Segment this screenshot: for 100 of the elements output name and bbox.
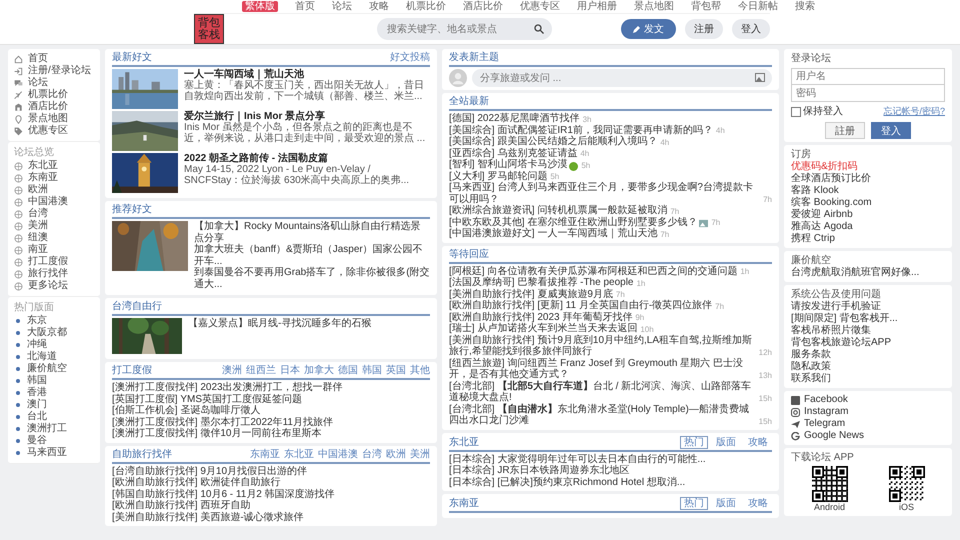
post-link[interactable]: [台湾自助旅行找伴] 9月10月找假日出游的伴 <box>112 466 430 477</box>
sidebar-item[interactable]: 美洲 <box>28 220 48 232</box>
nav-link[interactable]: 首页 <box>295 0 315 12</box>
post-link[interactable]: [韩国自助旅行找伴] 10月6 - 11月2 韩国深度游找伴 <box>112 488 430 500</box>
article-title[interactable]: 【加拿大】Rocky Mountains洛矶山脉自由行精选景点分享 <box>194 221 430 244</box>
notice-link[interactable]: 请按发进行手机验证 <box>791 301 945 313</box>
sidebar-item[interactable]: 东南亚 <box>28 172 58 184</box>
post-link[interactable]: [马来西亚] 台湾人到马来西亚住三个月，要带多少现金啊?台湾提款卡可以用吗？ <box>449 182 760 205</box>
article-title[interactable]: 【嘉义景点】眠月线-寻找沉睡多年的石猴 <box>188 318 372 330</box>
sidebar-item[interactable]: 中国港澳 <box>28 196 68 208</box>
post-link[interactable]: [日本综合] 大家觉得明年过年可以去日本自由行的可能性... <box>449 454 772 465</box>
article-title[interactable]: 2022 朝圣之路前传 - 法国勒皮篇 <box>184 153 430 164</box>
nav-link[interactable]: 机票比价 <box>406 0 446 12</box>
sidebar-item[interactable]: 酒店比价 <box>28 101 68 113</box>
article-title[interactable]: 一人一车闯西域｜荒山天池 <box>184 69 430 80</box>
checkbox[interactable] <box>791 106 801 116</box>
image-icon[interactable] <box>755 73 765 82</box>
social-link[interactable]: Telegram <box>804 418 846 430</box>
sidebar-item[interactable]: 北海道 <box>27 351 57 363</box>
booking-link[interactable]: 携程 Ctrip <box>791 233 945 245</box>
post-link[interactable]: [欧洲自助旅行找伴] 2023 拜年葡萄牙找伴 <box>449 312 632 323</box>
category-link[interactable]: 东北亚 <box>284 448 314 460</box>
sidebar-item[interactable]: 澳洲打工 <box>27 423 67 435</box>
post-link[interactable]: [伯斯工作机会] 圣诞岛咖啡厅徵人 <box>112 405 430 416</box>
tab[interactable]: 热门 <box>680 497 708 510</box>
post-link[interactable]: [日本综合] JR东日本铁路周遊券东北地区 <box>449 465 772 476</box>
tab[interactable]: 版面 <box>712 497 740 510</box>
sidebar-item[interactable]: 大阪京都 <box>27 327 67 339</box>
category-link[interactable]: 英国 <box>386 365 406 377</box>
tab[interactable]: 版面 <box>712 436 740 448</box>
notice-link[interactable]: 客栈吊桥照片徵集 <box>791 325 945 337</box>
submit-link[interactable]: 好文投稿 <box>390 52 430 64</box>
sidebar-item[interactable]: 东北亚 <box>28 160 58 172</box>
post-link[interactable]: [美国综合] 面试配偶签证IR1前，我同证需要再申请新的吗？ <box>449 124 713 136</box>
nav-link[interactable]: 搜索 <box>795 0 815 12</box>
forgot-password-link[interactable]: 忘记帐号/密码? <box>883 105 945 118</box>
post-link[interactable]: [智利] 智利山阿塔卡马沙漠 <box>449 159 568 170</box>
sidebar-item[interactable]: 纽澳 <box>28 232 48 244</box>
post-field[interactable]: 分享旅遊或发问 ... <box>472 69 772 87</box>
header-button[interactable]: 注册 <box>685 19 723 39</box>
post-link[interactable]: [中国港澳旅遊好文] 一人一车闯西域｜荒山天池 <box>449 228 658 240</box>
sidebar-item[interactable]: 曼谷 <box>27 435 47 447</box>
sidebar-item[interactable]: 东京 <box>27 315 47 327</box>
sidebar-item[interactable]: 景点地图 <box>28 113 68 125</box>
nav-link[interactable]: 论坛 <box>332 0 352 12</box>
sidebar-item[interactable]: 马来西亚 <box>27 447 67 459</box>
sidebar-item[interactable]: 韩国 <box>27 375 47 387</box>
search-icon[interactable] <box>534 24 544 34</box>
article-link[interactable]: 到泰国曼谷不要再用Grab搭车了，除非你被很多(附交通大... <box>194 267 430 290</box>
nav-link[interactable]: 酒店比价 <box>463 0 503 12</box>
category-link[interactable]: 加拿大 <box>304 365 334 377</box>
post-link[interactable]: [澳洲打工度假找伴] 2023出发澳洲打工，想找一群伴 <box>112 382 430 394</box>
post-link[interactable]: [日本综合] [已解决]预约東京Richmond Hotel 想取消... <box>449 476 772 488</box>
nav-link[interactable]: 优惠专区 <box>520 0 560 12</box>
post-link[interactable]: [美洲自助旅行找伴] 美西旅遊-诚心徵求旅伴 <box>112 512 430 523</box>
tab[interactable]: 攻略 <box>744 497 772 510</box>
edition-badge[interactable]: 繁体版 <box>242 1 278 12</box>
booking-link[interactable]: 客路 Klook <box>791 185 945 197</box>
search-field[interactable]: 搜索关键字、地名或景点 <box>377 18 552 40</box>
sidebar-item[interactable]: 优惠专区 <box>28 125 68 137</box>
post-link[interactable]: [欧洲综合旅遊资讯] 问转机机票属一般款延被取消 <box>449 205 668 216</box>
news-link[interactable]: 台湾虎航取消航班官网好像... <box>791 267 945 279</box>
notice-link[interactable]: 背包客栈旅遊论坛APP <box>791 337 945 349</box>
password-field[interactable]: 密码 <box>791 85 945 102</box>
post-link[interactable]: [纽西兰旅遊] 询问纽西兰 Franz Josef 到 Greymouth 星期六 巴士没开，是否有其他交通方式？ <box>449 358 756 380</box>
booking-link[interactable]: 雅高达 Agoda <box>791 221 945 233</box>
sidebar-item[interactable]: 旅行找伴 <box>28 268 68 280</box>
sidebar-item[interactable]: 台北 <box>27 411 47 423</box>
post-link[interactable]: [德国] 2022慕尼黑啤酒节找伴 <box>449 113 580 124</box>
sidebar-item[interactable]: 台湾 <box>28 208 48 220</box>
sidebar-item[interactable]: 南亚 <box>28 244 48 256</box>
post-link[interactable]: [欧洲自助旅行找伴] 欧洲徒伴自助旅行 <box>112 477 430 488</box>
post-link[interactable]: [阿根廷] 向各位请教有关伊瓜苏瀑布阿根廷和巴西之间的交通问题 <box>449 266 738 277</box>
notice-link[interactable]: 联系我们 <box>791 373 945 385</box>
notice-link[interactable]: 隐私政策 <box>791 361 945 373</box>
post-link[interactable]: [澳洲打工度假找伴] 墨尔本打工2022年11月找旅伴 <box>112 416 430 428</box>
category-link[interactable]: 台湾 <box>362 448 382 460</box>
post-link[interactable]: [英国打工度假] YMS英国打工度假延签问题 <box>112 394 430 405</box>
sidebar-item[interactable]: 欧洲 <box>28 184 48 196</box>
tab[interactable]: 攻略 <box>744 436 772 448</box>
login-button[interactable]: 登入 <box>871 122 911 139</box>
notice-link[interactable]: [期间限定] 背包客栈开... <box>791 313 945 325</box>
category-link[interactable]: 纽西兰 <box>246 365 276 377</box>
nav-link[interactable]: 攻略 <box>369 0 389 12</box>
social-link[interactable]: Instagram <box>804 406 848 418</box>
post-link[interactable]: [澳洲打工度假找伴] 徵伴10月一同前往布里斯本 <box>112 428 430 440</box>
nav-link[interactable]: 景点地图 <box>634 0 674 12</box>
nav-link[interactable]: 背包帮 <box>691 0 721 12</box>
post-link[interactable]: [美洲自助旅行找伴] 预计9月底到10月中纽约,LA租车自驾,拉斯维加斯旅行,希望能找到很多旅伴同旅行 <box>449 334 756 358</box>
nav-link[interactable]: 用户相册 <box>577 0 617 12</box>
register-button[interactable]: 註册 <box>825 122 865 139</box>
sidebar-item[interactable]: 打工度假 <box>28 256 68 268</box>
post-link[interactable]: [美洲自助旅行找伴] 夏威夷旅遊9月底 <box>449 288 613 300</box>
nav-link[interactable]: 今日新帖 <box>738 0 778 12</box>
sidebar-item[interactable]: 廉价航空 <box>27 363 67 375</box>
article-title[interactable]: 爱尔兰旅行｜Inis Mor 景点分享 <box>184 111 430 122</box>
category-link[interactable]: 美洲 <box>410 448 430 460</box>
checkbox-label[interactable]: 保持登入 <box>803 106 843 118</box>
post-link[interactable]: [中欧东欧及其他] 在塞尔维亚住欧洲山野别墅要多少钱？ <box>449 216 698 228</box>
post-button[interactable]: 发文 <box>621 19 676 39</box>
